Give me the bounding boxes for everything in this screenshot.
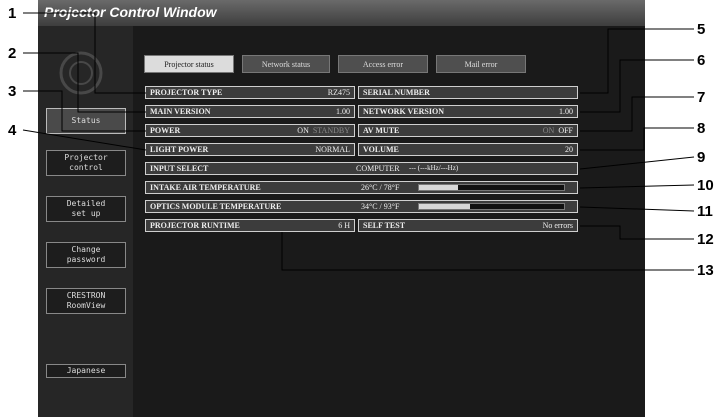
sidebar-item-status[interactable]: Status: [46, 108, 126, 134]
intake-air-temperature-bar: [418, 184, 565, 191]
main-panel: Projector status Network status Access e…: [133, 26, 645, 417]
callout-9: 9: [697, 149, 706, 166]
power-standby: STANDBY: [312, 126, 350, 135]
label-power: POWER: [150, 126, 181, 135]
callout-4: 4: [8, 122, 17, 139]
intake-air-temperature-fill: [419, 185, 459, 190]
row-projector-type: PROJECTOR TYPE RZ475: [145, 86, 355, 99]
row-projector-runtime: PROJECTOR RUNTIME 6 H: [145, 219, 355, 232]
label-network-version: NETWORK VERSION: [363, 107, 444, 116]
value-main-version: 1.00: [336, 107, 350, 116]
value-input-select: COMPUTER: [356, 164, 400, 173]
av-mute-off: OFF: [558, 126, 573, 135]
label-av-mute: AV MUTE: [363, 126, 400, 135]
label-self-test: SELF TEST: [363, 221, 406, 230]
tab-projector-status[interactable]: Projector status: [144, 55, 234, 73]
callout-10: 10: [697, 177, 714, 194]
optics-module-temperature-bar: [418, 203, 565, 210]
label-input-select: INPUT SELECT: [150, 164, 209, 173]
value-volume: 20: [565, 145, 573, 154]
value-self-test: No errors: [542, 221, 573, 230]
callout-3: 3: [8, 83, 17, 100]
value-power: ON STANDBY: [297, 126, 350, 135]
label-intake-air-temperature: INTAKE AIR TEMPERATURE: [150, 183, 261, 192]
value-input-frequency: --- (---kHz/---Hz): [409, 164, 459, 172]
row-volume: VOLUME 20: [358, 143, 578, 156]
row-serial-number: SERIAL NUMBER: [358, 86, 578, 99]
callout-11: 11: [697, 203, 713, 220]
power-on: ON: [297, 126, 309, 135]
label-main-version: MAIN VERSION: [150, 107, 211, 116]
tab-mail-error[interactable]: Mail error: [436, 55, 526, 73]
value-network-version: 1.00: [559, 107, 573, 116]
value-light-power: NORMAL: [315, 145, 350, 154]
row-self-test: SELF TEST No errors: [358, 219, 578, 232]
value-projector-type: RZ475: [327, 88, 350, 97]
sidebar-item-change-password[interactable]: Change password: [46, 242, 126, 268]
row-input-select: INPUT SELECT COMPUTER --- (---kHz/---Hz): [145, 162, 578, 175]
callout-8: 8: [697, 120, 706, 137]
row-network-version: NETWORK VERSION 1.00: [358, 105, 578, 118]
window-titlebar: Projector Control Window: [38, 0, 645, 26]
row-light-power: LIGHT POWER NORMAL: [145, 143, 355, 156]
label-volume: VOLUME: [363, 145, 399, 154]
label-projector-runtime: PROJECTOR RUNTIME: [150, 221, 240, 230]
sidebar: Status Projector control Detailed set up…: [38, 26, 133, 417]
value-av-mute: ON OFF: [543, 126, 573, 135]
sidebar-item-projector-control[interactable]: Projector control: [46, 150, 126, 176]
label-light-power: LIGHT POWER: [150, 145, 209, 154]
projector-control-window: Projector Control Window Status Projecto…: [38, 0, 645, 417]
row-optics-module-temperature: OPTICS MODULE TEMPERATURE 34°C / 93°F: [145, 200, 578, 213]
sidebar-item-detailed-set-up[interactable]: Detailed set up: [46, 196, 126, 222]
callout-2: 2: [8, 45, 17, 62]
tab-access-error[interactable]: Access error: [338, 55, 428, 73]
label-projector-type: PROJECTOR TYPE: [150, 88, 223, 97]
value-optics-module-temperature: 34°C / 93°F: [361, 202, 400, 211]
label-optics-module-temperature: OPTICS MODULE TEMPERATURE: [150, 202, 282, 211]
window-title: Projector Control Window: [44, 4, 217, 20]
callout-13: 13: [697, 262, 714, 279]
tab-network-status[interactable]: Network status: [242, 55, 330, 73]
sidebar-item-crestron-roomview[interactable]: CRESTRON RoomView: [46, 288, 126, 314]
callout-6: 6: [697, 52, 706, 69]
sidebar-item-japanese[interactable]: Japanese: [46, 364, 126, 378]
brand-logo-icon: [59, 51, 103, 95]
callout-1: 1: [8, 5, 17, 22]
value-projector-runtime: 6 H: [338, 221, 350, 230]
value-intake-air-temperature: 26°C / 78°F: [361, 183, 400, 192]
callout-7: 7: [697, 89, 706, 106]
label-serial-number: SERIAL NUMBER: [363, 88, 430, 97]
row-av-mute: AV MUTE ON OFF: [358, 124, 578, 137]
row-power: POWER ON STANDBY: [145, 124, 355, 137]
av-mute-on: ON: [542, 126, 555, 135]
callout-12: 12: [697, 231, 714, 248]
callout-5: 5: [697, 21, 706, 38]
row-intake-air-temperature: INTAKE AIR TEMPERATURE 26°C / 78°F: [145, 181, 578, 194]
optics-module-temperature-fill: [419, 204, 470, 209]
row-main-version: MAIN VERSION 1.00: [145, 105, 355, 118]
